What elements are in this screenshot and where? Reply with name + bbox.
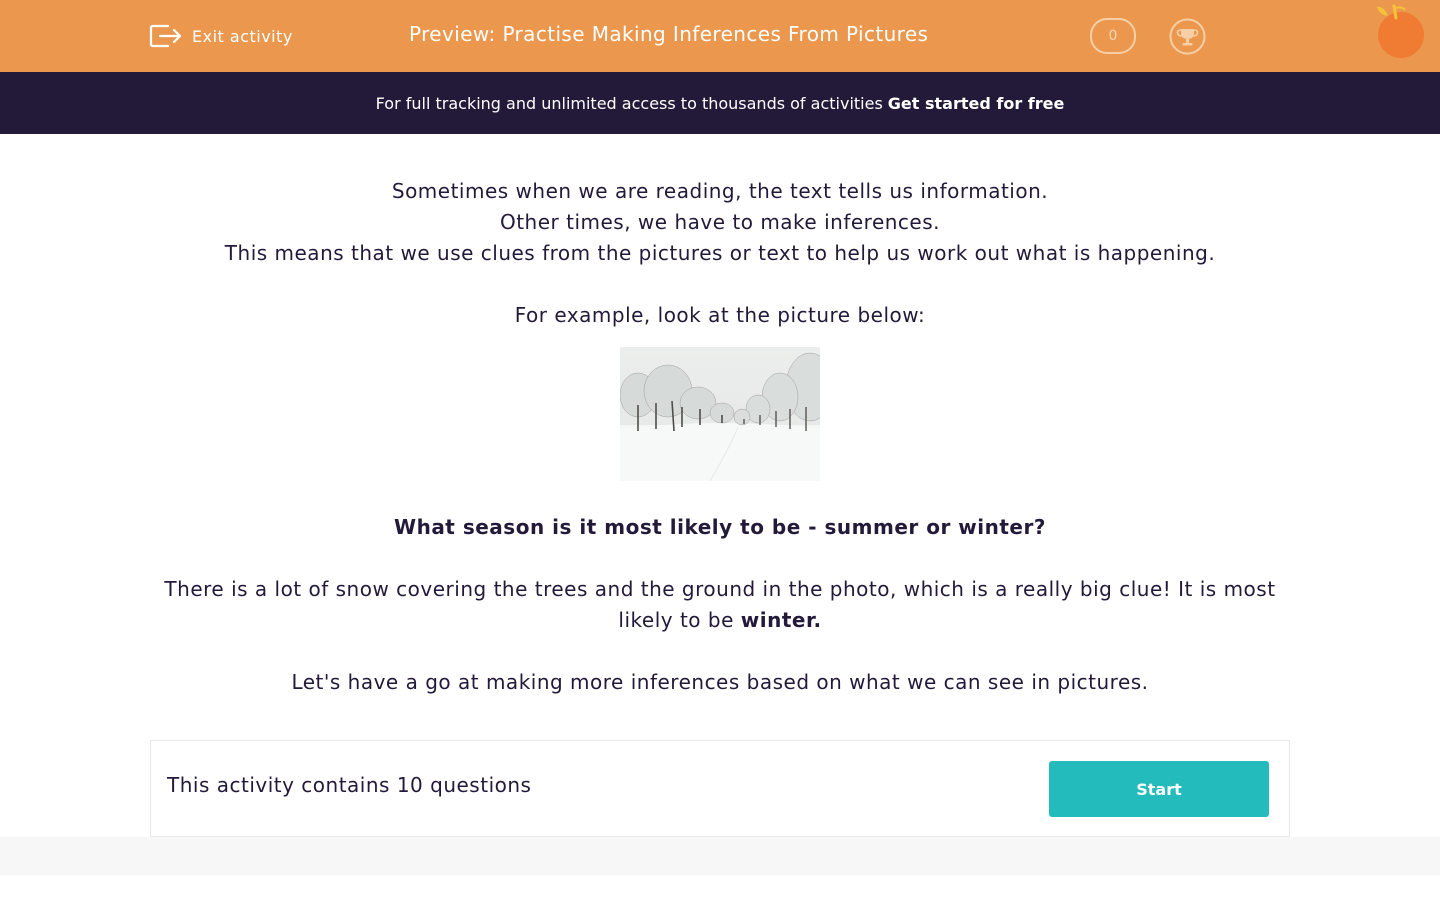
answer-text: There is a lot of snow covering the tree… [164, 577, 1276, 632]
promo-text: For full tracking and unlimited access t… [375, 93, 883, 113]
intro-line-1: Sometimes when we are reading, the text … [391, 179, 1049, 203]
intro-line-2: Other times, we have to make inferences. [499, 210, 941, 234]
exit-activity-label: Exit activity [192, 26, 293, 46]
bottom-band [0, 837, 1440, 875]
exit-icon [149, 22, 182, 50]
question-text: What season is it most likely to be - su… [394, 515, 1046, 539]
promo-banner: For full tracking and unlimited access t… [0, 72, 1440, 134]
get-started-link[interactable]: Get started for free [888, 94, 1065, 113]
trophy-button[interactable] [1169, 18, 1206, 55]
answer-paragraph: There is a lot of snow covering the tree… [150, 574, 1290, 636]
top-bar: Exit activity Preview: Practise Making I… [0, 0, 1440, 72]
trophy-icon [1169, 18, 1206, 59]
start-button[interactable]: Start [1049, 761, 1269, 817]
closing-text: Let's have a go at making more inference… [291, 670, 1149, 694]
page-title: Preview: Practise Making Inferences From… [409, 22, 929, 46]
example-prompt: For example, look at the picture below: [514, 303, 926, 327]
intro-line-3: This means that we use clues from the pi… [224, 241, 1216, 265]
activity-footer: This activity contains 10 questions Star… [150, 740, 1290, 837]
question-count-text: This activity contains 10 questions [167, 773, 532, 797]
score-badge: 0 [1090, 18, 1136, 54]
exit-activity-button[interactable]: Exit activity [149, 21, 293, 51]
answer-highlight: winter. [740, 608, 822, 632]
snowy-trees-photo [620, 347, 820, 481]
intro-content: Sometimes when we are reading, the text … [150, 176, 1290, 698]
orange-logo[interactable] [1374, 4, 1430, 60]
